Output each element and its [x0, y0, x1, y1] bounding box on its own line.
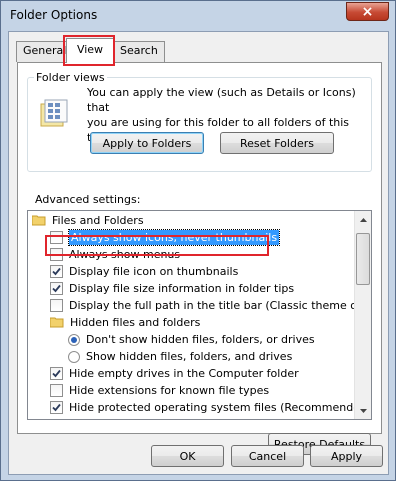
folder-icon	[32, 215, 46, 226]
setting-label: Hide protected operating system files (R…	[69, 401, 372, 414]
apply-label: Apply	[330, 449, 363, 463]
scroll-down-arrow[interactable]	[355, 402, 371, 419]
tab-search[interactable]: Search	[113, 41, 165, 62]
setting-hide-empty-drives[interactable]: Hide empty drives in the Computer folder	[50, 365, 299, 382]
tab-general-label: General	[23, 44, 67, 57]
apply-to-folders-button[interactable]: Apply to Folders	[90, 132, 204, 154]
checkbox[interactable]	[50, 401, 63, 414]
setting-always-show-menus[interactable]: Always show menus	[50, 246, 180, 263]
checkmark-icon	[52, 284, 61, 293]
checkbox[interactable]	[50, 367, 63, 380]
apply-to-folders-label: Apply to Folders	[102, 136, 192, 150]
setting-label: Display the full path in the title bar (…	[69, 299, 372, 312]
apply-button[interactable]: Apply	[310, 445, 383, 467]
tree-item-label: Hidden files and folders	[70, 316, 201, 329]
checkbox[interactable]	[50, 299, 63, 312]
close-icon: ×	[361, 3, 374, 20]
setting-label: Hide empty drives in the Computer folder	[69, 367, 299, 380]
checkbox[interactable]	[50, 248, 63, 261]
setting-label: Display file icon on thumbnails	[69, 265, 239, 278]
setting-label: Always show icons, never thumbnails	[67, 229, 281, 246]
folder-views-group: Folder views You can apply the view (suc…	[27, 71, 372, 172]
ok-button[interactable]: OK	[151, 445, 224, 467]
folder-icon	[50, 317, 64, 328]
radio-selected-dot	[71, 336, 77, 343]
setting-display-full-path[interactable]: Display the full path in the title bar (…	[50, 297, 372, 314]
tree-item-label: Files and Folders	[52, 214, 144, 227]
window-title: Folder Options	[10, 8, 98, 22]
checkbox[interactable]	[50, 384, 63, 397]
view-tab-panel: Folder views You can apply the view (suc…	[17, 62, 382, 455]
reset-folders-label: Reset Folders	[240, 136, 314, 150]
checkbox[interactable]	[50, 231, 63, 244]
chevron-up-icon	[359, 217, 367, 222]
title-bar[interactable]: Folder Options ×	[1, 1, 395, 29]
scrollbar-thumb[interactable]	[356, 233, 370, 285]
tree-item-hidden-files[interactable]: Hidden files and folders	[50, 314, 200, 331]
setting-label: Don't show hidden files, folders, or dri…	[86, 333, 315, 346]
checkbox[interactable]	[50, 282, 63, 295]
setting-display-file-size[interactable]: Display file size information in folder …	[50, 280, 294, 297]
tab-view-label: View	[76, 43, 104, 56]
advanced-settings-label: Advanced settings:	[35, 193, 141, 206]
setting-display-file-icon[interactable]: Display file icon on thumbnails	[50, 263, 238, 280]
setting-label: Always show menus	[69, 248, 181, 261]
setting-label: Show hidden files, folders, and drives	[86, 350, 293, 363]
setting-hide-extensions[interactable]: Hide extensions for known file types	[50, 382, 269, 399]
checkmark-icon	[52, 267, 61, 276]
close-button[interactable]: ×	[346, 2, 389, 21]
tab-general[interactable]: General	[16, 41, 74, 62]
folder-views-description-line1: You can apply the view (such as Details …	[87, 86, 356, 114]
setting-hide-protected-files[interactable]: Hide protected operating system files (R…	[50, 399, 371, 416]
folder-views-icon	[40, 99, 68, 127]
checkbox[interactable]	[50, 265, 63, 278]
checkmark-icon	[52, 403, 61, 412]
vertical-scrollbar[interactable]	[354, 211, 371, 419]
setting-dont-show-hidden[interactable]: Don't show hidden files, folders, or dri…	[68, 331, 315, 348]
scroll-up-arrow[interactable]	[355, 211, 371, 228]
dialog-client-area: General View Search Folder views You can…	[8, 31, 389, 475]
radio-button[interactable]	[68, 333, 80, 346]
radio-button[interactable]	[68, 350, 80, 363]
chevron-down-icon	[359, 408, 367, 413]
folder-options-window: Folder Options × General View Search Fol…	[0, 0, 396, 481]
advanced-settings-list[interactable]: Files and Folders Always show icons, nev…	[27, 210, 372, 420]
folder-views-label: Folder views	[34, 71, 107, 84]
cancel-button[interactable]: Cancel	[231, 445, 304, 467]
checkmark-icon	[52, 369, 61, 378]
setting-always-show-icons[interactable]: Always show icons, never thumbnails	[50, 229, 281, 246]
tab-view[interactable]: View	[66, 38, 114, 63]
setting-label: Hide extensions for known file types	[69, 384, 270, 397]
setting-label: Display file size information in folder …	[69, 282, 295, 295]
tab-search-label: Search	[120, 44, 158, 57]
ok-label: OK	[179, 449, 196, 463]
tree-item-files-and-folders[interactable]: Files and Folders	[32, 212, 144, 229]
cancel-label: Cancel	[248, 449, 287, 463]
setting-show-hidden[interactable]: Show hidden files, folders, and drives	[68, 348, 292, 365]
reset-folders-button[interactable]: Reset Folders	[220, 132, 334, 154]
